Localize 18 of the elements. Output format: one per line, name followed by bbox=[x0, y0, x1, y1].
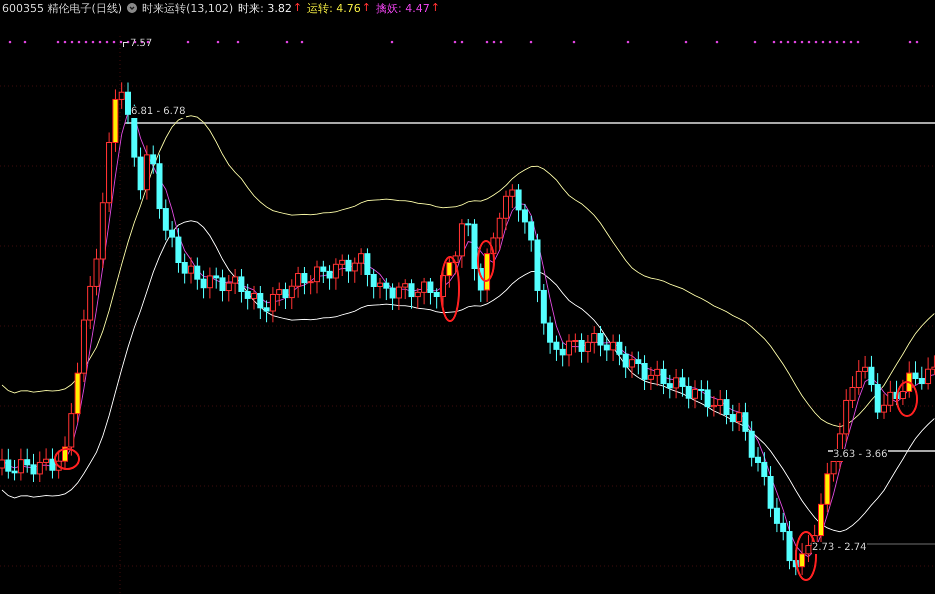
high-price-label: 7.57 bbox=[130, 38, 152, 50]
signal-circle bbox=[54, 448, 80, 470]
signal-circle bbox=[440, 256, 460, 322]
up-arrow: ↑ bbox=[362, 0, 371, 16]
price-range-label: 3.63 - 3.66 bbox=[833, 449, 888, 461]
signal-circle bbox=[896, 381, 918, 417]
price-range-label: 6.81 - 6.78 bbox=[131, 106, 186, 118]
signal-circle bbox=[477, 240, 495, 282]
indicator-value: 擒妖: 4.47 bbox=[376, 0, 430, 16]
chevron-circle-icon[interactable] bbox=[127, 3, 138, 13]
indicator-value: 时来: 3.82 bbox=[238, 0, 292, 16]
up-arrow: ↑ bbox=[292, 0, 302, 16]
indicator-value: 运转: 4.76 bbox=[307, 0, 361, 16]
up-arrow: ↑ bbox=[430, 0, 440, 16]
leader-line bbox=[123, 42, 128, 47]
price-range-label: 2.73 - 2.74 bbox=[812, 542, 866, 554]
stock-title: 600355 精伦电子(日线) bbox=[2, 0, 122, 16]
indicator-name: 时来运转(13,102) bbox=[142, 0, 234, 16]
